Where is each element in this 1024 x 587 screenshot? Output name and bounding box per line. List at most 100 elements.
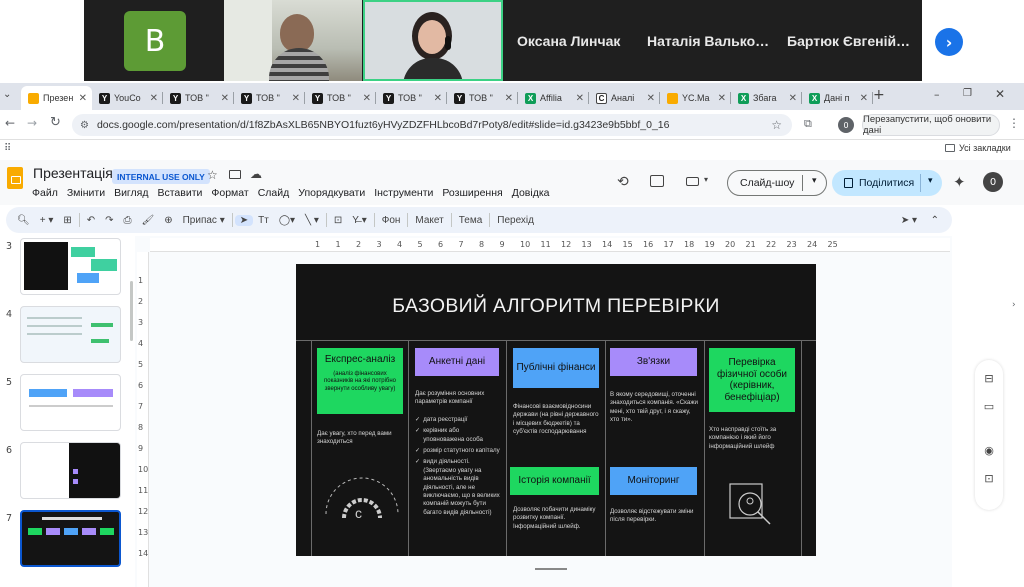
undo-icon[interactable]: ↶ [82, 215, 100, 226]
account-avatar[interactable]: 0 [983, 172, 1003, 192]
vertical-ruler[interactable]: 1 2 3 4 5 6 7 8 9 10 11 12 13 14 [137, 252, 149, 587]
theme-button[interactable]: Тема [454, 215, 488, 226]
keep-notes-icon[interactable]: ⊟ [982, 372, 996, 386]
meet-camera-icon[interactable] [686, 177, 699, 186]
menu-item[interactable]: Довідка [512, 187, 550, 199]
zoom-icon[interactable]: ⊕ [159, 215, 177, 226]
slides-logo-icon[interactable] [7, 167, 23, 189]
slide-7[interactable]: БАЗОВИЙ АЛГОРИТМ ПЕРЕВІРКИ Експрес-аналі… [296, 264, 816, 556]
monitoring-box[interactable]: Моніторинг [610, 467, 697, 495]
tab-close-icon[interactable]: ✕ [576, 93, 584, 104]
browser-tab[interactable]: Y ТОВ " ✕ [376, 86, 447, 110]
cloud-status-icon[interactable]: ☁ [250, 167, 262, 181]
participant-avatar[interactable]: B [124, 11, 186, 71]
menu-item[interactable]: Інструменти [374, 187, 433, 199]
menu-item[interactable]: Слайд [258, 187, 290, 199]
shape-icon[interactable]: ◯▾ [274, 215, 300, 226]
pen-tool-icon[interactable]: ➤ ▾ [896, 215, 922, 226]
print-icon[interactable]: ⎙ [119, 215, 137, 226]
background-button[interactable]: Фон [377, 215, 406, 226]
transition-button[interactable]: Перехід [492, 215, 539, 226]
tab-close-icon[interactable]: ✕ [434, 93, 442, 104]
record-icon[interactable]: ◉ [982, 444, 996, 458]
connections-box[interactable]: Зв'язки [610, 348, 697, 376]
select-pointer-icon[interactable]: ➤ [234, 214, 254, 226]
extensions-icon[interactable]: ⧉ [804, 117, 812, 131]
tab-search-icon[interactable]: ⌄ [3, 89, 11, 100]
menu-item[interactable]: Вигляд [114, 187, 148, 199]
slide-thumbnail-4[interactable] [20, 306, 121, 363]
star-icon[interactable]: ☆ [207, 168, 218, 182]
share-button[interactable]: Поділитися ▾ [832, 170, 942, 196]
meet-dropdown-icon[interactable]: ▾ [704, 175, 708, 184]
browser-menu-icon[interactable]: ⋮ [1008, 116, 1020, 130]
contacts-icon[interactable]: ⊡ [982, 472, 996, 486]
next-participants-button[interactable]: › [935, 28, 963, 56]
tab-close-icon[interactable]: ✕ [292, 93, 300, 104]
slide-thumbnail-5[interactable] [20, 374, 121, 431]
participant-video-2-active[interactable] [363, 0, 503, 81]
profile-avatar[interactable]: 0 [838, 117, 854, 133]
comments-icon[interactable] [650, 175, 664, 187]
bookmark-star-icon[interactable]: ☆ [771, 118, 782, 132]
speaker-notes-handle[interactable] [535, 568, 567, 570]
back-icon[interactable]: ← [5, 116, 15, 130]
layout-button[interactable]: Макет [410, 215, 448, 226]
new-tab-button[interactable]: + [873, 87, 885, 103]
browser-tab[interactable]: YC.Ma ✕ [660, 86, 731, 110]
restore-icon[interactable]: ❐ [963, 88, 972, 99]
new-slide-icon[interactable]: + ▾ [35, 215, 59, 226]
site-info-icon[interactable]: ⚙ [80, 120, 89, 131]
tab-close-icon[interactable]: ✕ [363, 93, 371, 104]
slideshow-button[interactable]: Слайд-шоу ▾ [727, 170, 827, 196]
horizontal-ruler[interactable]: 1 1 2 3 4 5 6 7 8 9 10 11 12 13 14 15 16 17 18 19 20 21 22 23 24… [150, 238, 950, 252]
collapse-toolbar-icon[interactable]: ⌃ [926, 215, 944, 226]
menu-item[interactable]: Упорядкувати [298, 187, 365, 199]
browser-tab[interactable]: C Аналі ✕ [589, 86, 660, 110]
individual-check-box[interactable]: Перевірка фізичної особи (керівник, бене… [709, 348, 795, 412]
tab-close-icon[interactable]: ✕ [150, 93, 158, 104]
add-slide-icon[interactable]: ⊞ [58, 215, 76, 226]
browser-tab[interactable]: Y ТОВ " ✕ [163, 86, 234, 110]
menu-item[interactable]: Розширення [442, 187, 502, 199]
all-bookmarks-button[interactable]: Усі закладки [945, 143, 1011, 153]
tab-close-icon[interactable]: ✕ [79, 93, 87, 104]
tab-close-icon[interactable]: ✕ [860, 93, 868, 104]
slideshow-dropdown-icon[interactable]: ▾ [812, 175, 817, 186]
browser-tab[interactable]: X Дані п ✕ [802, 86, 873, 110]
url-field[interactable]: ⚙ docs.google.com/presentation/d/1f8ZbAs… [72, 114, 792, 136]
slide-thumbnail-6[interactable] [20, 442, 121, 499]
tab-close-icon[interactable]: ✕ [505, 93, 513, 104]
menu-item[interactable]: Файл [32, 187, 58, 199]
menu-item[interactable]: Вставити [157, 187, 202, 199]
close-window-icon[interactable]: ✕ [995, 87, 1005, 101]
slide-title[interactable]: БАЗОВИЙ АЛГОРИТМ ПЕРЕВІРКИ [296, 295, 816, 318]
browser-tab[interactable]: X Збага ✕ [731, 86, 802, 110]
version-history-icon[interactable]: ⟲ [617, 174, 629, 190]
browser-tab[interactable]: Презен ✕ [21, 86, 92, 110]
menu-item[interactable]: Формат [211, 187, 248, 199]
slide-thumbnail-7-selected[interactable] [20, 510, 121, 567]
browser-tab[interactable]: Y ТОВ " ✕ [234, 86, 305, 110]
company-history-box[interactable]: Історія компанії [510, 467, 599, 495]
forward-icon[interactable]: → [27, 116, 37, 130]
restart-update-button[interactable]: Перезапустити, щоб оновити дані [862, 114, 1000, 136]
tab-close-icon[interactable]: ✕ [718, 93, 726, 104]
filmstrip-scrollbar[interactable] [130, 281, 133, 341]
questionnaire-box[interactable]: Анкетні дані [415, 348, 499, 376]
browser-tab[interactable]: Y ТОВ " ✕ [447, 86, 518, 110]
browser-tab[interactable]: Y YouCo ✕ [92, 86, 163, 110]
text-box-icon[interactable]: Тт [253, 215, 274, 226]
browser-tab[interactable]: X Affilia ✕ [518, 86, 589, 110]
tab-close-icon[interactable]: ✕ [647, 93, 655, 104]
paint-format-icon[interactable]: 🖌︎ [137, 215, 160, 226]
browser-tab[interactable]: Y ТОВ " ✕ [305, 86, 376, 110]
internal-use-badge[interactable]: INTERNAL USE ONLY [112, 169, 210, 184]
minimize-icon[interactable]: – [934, 88, 940, 101]
comment-icon[interactable]: ⊡ [329, 215, 347, 226]
apps-grid-icon[interactable]: ⠿ [4, 143, 11, 154]
search-menus-icon[interactable]: 🔍︎ [12, 215, 35, 226]
line-icon[interactable]: ╲ ▾ [300, 215, 324, 226]
folder-icon[interactable]: ▭ [982, 400, 996, 414]
express-analysis-box[interactable]: Експрес-аналіз (аналіз фінансових показн… [317, 348, 403, 414]
